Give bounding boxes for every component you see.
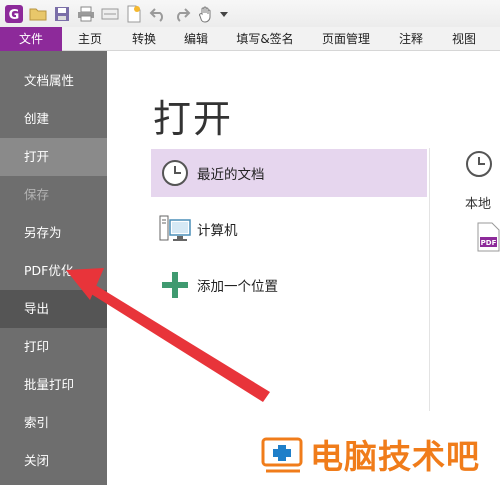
- watermark-logo-icon: [260, 433, 306, 475]
- watermark: 电脑技术吧: [260, 430, 480, 478]
- annotation-arrow: [66, 268, 270, 402]
- watermark-text: 电脑技术吧: [310, 437, 480, 476]
